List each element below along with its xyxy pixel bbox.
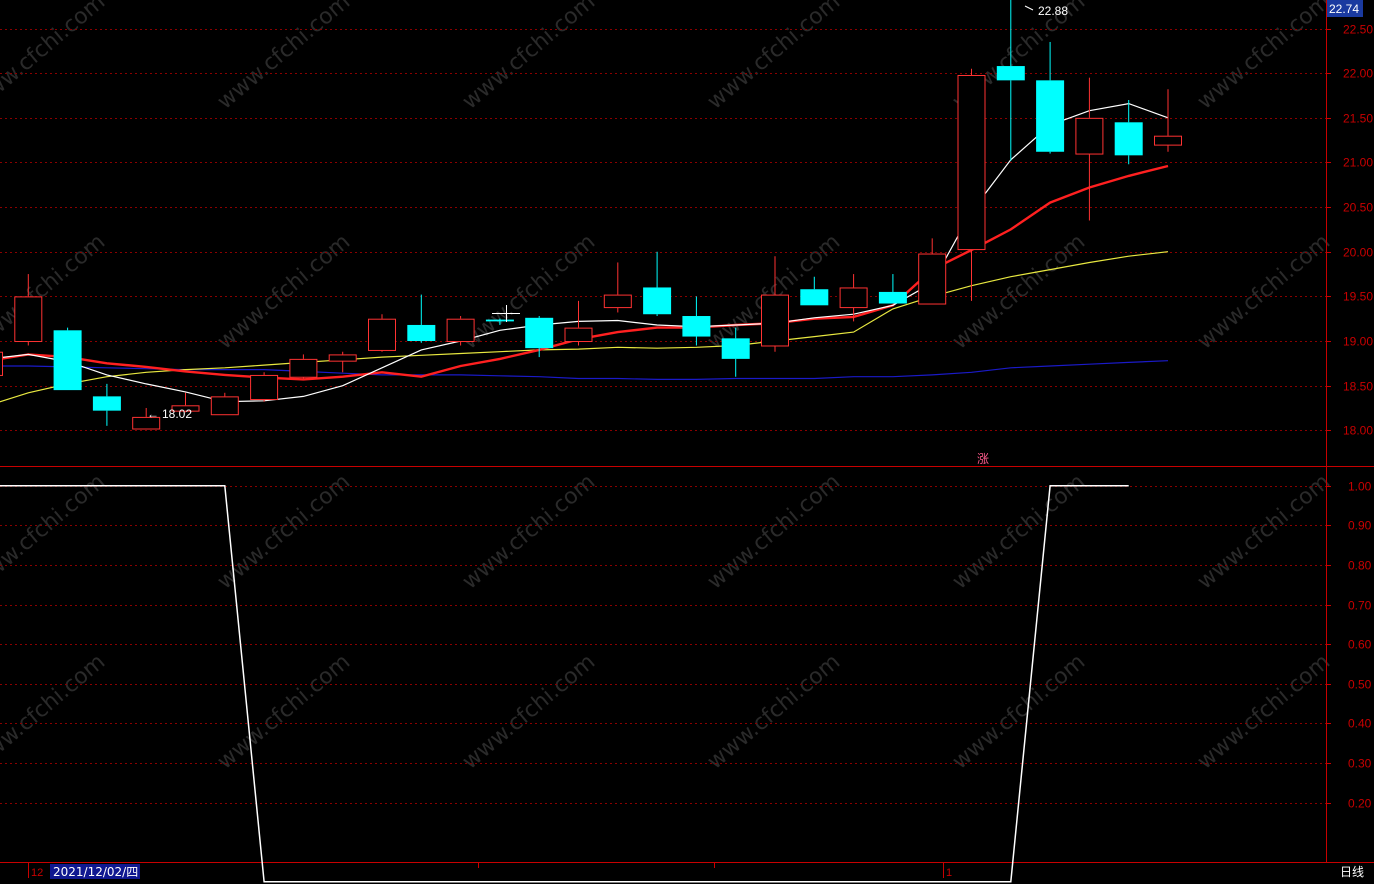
price-tick-label: 19.00 [1343,335,1373,349]
candle [250,372,279,402]
candle-body-up [1154,135,1182,146]
candle-body-up [250,374,279,401]
price-tick-label: 20.00 [1343,246,1373,260]
indicator-tick-label: 0.20 [1348,797,1372,811]
month-start-label: 12 [31,867,43,879]
candle-body-up [289,358,318,378]
candle [368,314,396,352]
high-label: 22.88 [1038,4,1068,18]
candle-body-down [1114,122,1143,156]
candle-body-down [878,291,907,304]
candle-body-up [761,294,789,347]
candle-body-down [643,287,672,315]
price-tick-label: 20.50 [1343,201,1373,215]
price-tick-label: 18.50 [1343,380,1373,394]
indicator-axis: 1.00 0.90 0.80 0.70 0.60 0.50 0.40 0.30 0.20 [1348,480,1372,811]
indicator-tick-label: 0.80 [1348,559,1372,573]
indicator-tick-label: 0.30 [1348,757,1372,771]
candle-body-down [682,316,711,337]
price-tick-label: 22.50 [1343,23,1373,37]
current-price-label: 22.74 [1329,2,1359,16]
candle-body-down [485,319,514,322]
indicator-tick-label: 1.00 [1348,480,1372,494]
candle-body-up [446,318,475,343]
price-tick-label: 19.50 [1343,290,1373,304]
candle-body-down [1036,80,1065,152]
candle-body-down [525,317,554,349]
candle-body-up [14,296,43,343]
candle-body-up [210,396,239,416]
candle-body-up [0,351,3,376]
candle-body-up [328,354,357,362]
period-label[interactable]: 日线 [1340,865,1364,879]
candle-body-down [53,330,82,391]
indicator-tick-label: 0.90 [1348,519,1372,533]
month-next-label: 1 [946,867,952,879]
indicator-tick-label: 0.70 [1348,599,1372,613]
candle-body-down [407,324,436,342]
selected-date-label: 2021/12/02/四 [53,865,138,879]
price-tick-label: 21.50 [1343,112,1373,126]
candle-body-up [1075,117,1104,155]
indicator-tick-label: 0.60 [1348,638,1372,652]
candle-body-down [996,66,1025,81]
candle-body-down [721,338,750,359]
price-tick-label: 21.00 [1343,156,1373,170]
price-tick-label: 18.00 [1343,424,1373,438]
candle-body-up [564,327,593,343]
candle-body-down [800,289,829,306]
price-tick-label: 22.00 [1343,67,1373,81]
candle-body-up [839,287,868,309]
indicator-tick-label: 0.40 [1348,717,1372,731]
low-label: 18.02 [162,407,192,421]
low-arrow: ← [147,407,159,421]
indicator-tick-label: 0.50 [1348,678,1372,692]
candle-body-up [918,253,947,305]
candle-body-up [957,74,986,251]
candle [53,327,82,391]
candle [446,316,475,346]
stock-chart[interactable]: www.cfchi.com www.cfchi.com www.cfchi.com w… [0,0,1374,884]
candle-body-up [603,294,632,309]
candle-body-down [92,396,121,411]
candle-body-up [368,318,396,351]
low-marker: ← 18.02 [147,407,192,421]
rise-flag: 涨 [977,451,989,466]
